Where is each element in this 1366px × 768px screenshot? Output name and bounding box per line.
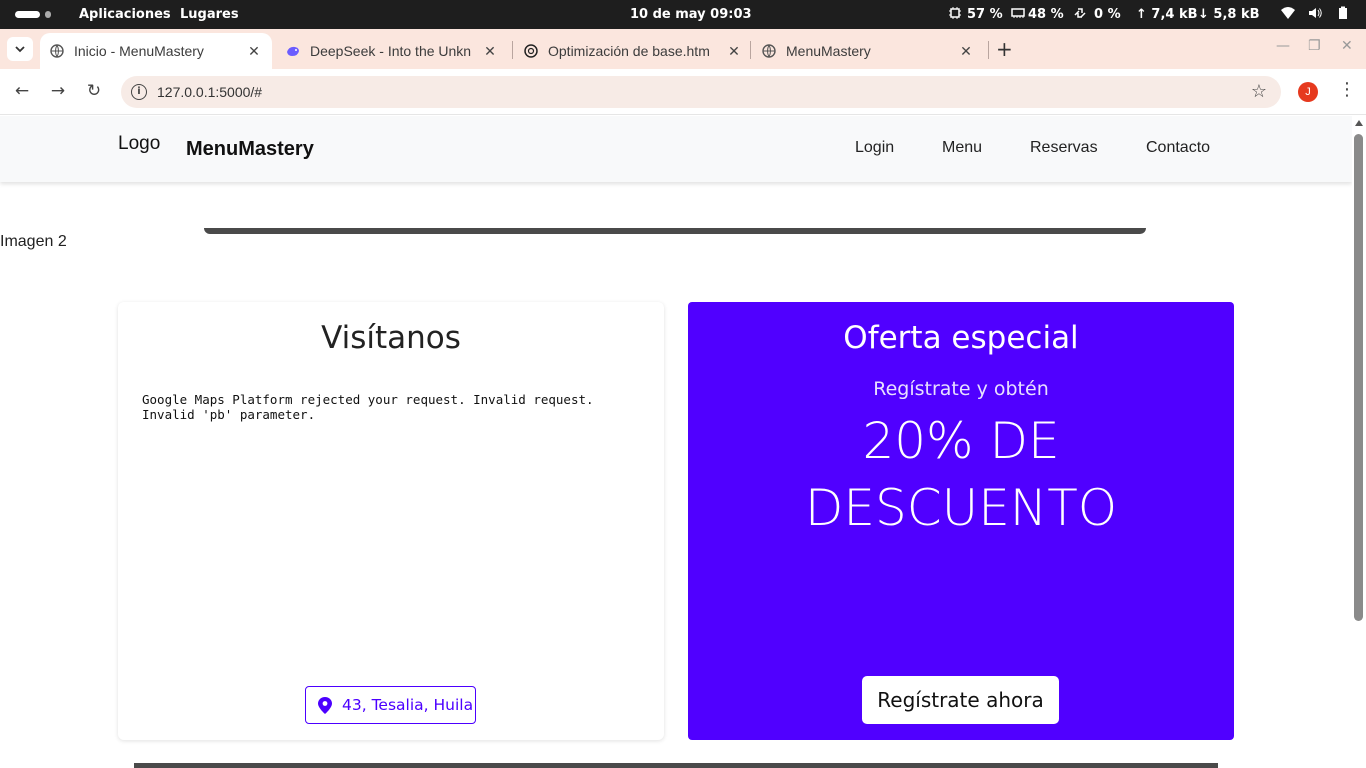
- offer-card-title: Oferta especial: [843, 320, 1079, 356]
- site-navbar: Logo MenuMastery Login Menu Reservas Con…: [0, 116, 1352, 182]
- workspace-dot[interactable]: [45, 11, 51, 18]
- volume-icon[interactable]: [1308, 6, 1322, 20]
- close-tab-icon[interactable]: ✕: [246, 43, 262, 60]
- close-tab-icon[interactable]: ✕: [726, 43, 742, 60]
- register-now-button[interactable]: Regístrate ahora: [862, 676, 1059, 724]
- forward-icon[interactable]: →: [48, 81, 68, 101]
- url-text[interactable]: 127.0.0.1:5000/#: [157, 84, 262, 100]
- tab-optimizacion[interactable]: Optimización de base.htm ✕: [514, 33, 752, 69]
- close-tab-icon[interactable]: ✕: [958, 43, 974, 60]
- chevron-down-icon: [15, 45, 25, 52]
- nav-contacto[interactable]: Contacto: [1146, 139, 1210, 157]
- swap-icon: [1074, 8, 1086, 18]
- memory-icon: [1011, 8, 1025, 18]
- maximize-icon[interactable]: ❐: [1308, 38, 1321, 54]
- offer-subtitle: Regístrate y obtén: [873, 378, 1049, 400]
- battery-icon[interactable]: [1336, 6, 1350, 20]
- visit-card: Visítanos Google Maps Platform rejected …: [118, 302, 664, 740]
- page-viewport: Logo MenuMastery Login Menu Reservas Con…: [0, 116, 1352, 768]
- close-tab-icon[interactable]: ✕: [482, 43, 498, 60]
- carousel-image: Imagen 2: [0, 233, 67, 250]
- scroll-up-arrow-icon[interactable]: [1355, 120, 1363, 126]
- more-menu-icon[interactable]: ⋮: [1338, 79, 1356, 100]
- openai-icon: [524, 44, 538, 58]
- nav-login[interactable]: Login: [855, 139, 894, 157]
- tab-search-button[interactable]: [7, 37, 33, 61]
- wifi-icon[interactable]: [1281, 6, 1295, 20]
- tab-menumastery[interactable]: MenuMastery ✕: [752, 33, 984, 69]
- nav-reservas[interactable]: Reservas: [1030, 139, 1098, 157]
- memory-usage: 48 %: [1028, 7, 1064, 22]
- tab-title: DeepSeek - Into the Unkn: [310, 43, 472, 59]
- site-brand[interactable]: MenuMastery: [186, 138, 314, 161]
- deepseek-whale-icon: [287, 46, 299, 56]
- back-icon[interactable]: ←: [12, 81, 32, 101]
- swap-usage: 0 %: [1094, 7, 1121, 22]
- cpu-icon: [949, 7, 961, 19]
- nav-menu[interactable]: Menu: [942, 139, 982, 157]
- map-error-message: Google Maps Platform rejected your reque…: [142, 392, 594, 422]
- globe-icon: [762, 44, 776, 58]
- tab-inicio[interactable]: Inicio - MenuMastery ✕: [40, 33, 272, 69]
- carousel-indicator-bar: [204, 228, 1146, 234]
- logo-image[interactable]: Logo: [118, 133, 160, 155]
- tab-title: Inicio - MenuMastery: [74, 43, 204, 59]
- page-scrollbar[interactable]: [1352, 116, 1366, 768]
- discount-headline: 20% DE DESCUENTO: [804, 412, 1118, 537]
- cpu-usage: 57 %: [967, 7, 1003, 22]
- tab-title: MenuMastery: [786, 43, 871, 59]
- profile-avatar[interactable]: J: [1298, 82, 1318, 102]
- site-info-icon[interactable]: i: [131, 84, 147, 100]
- visit-card-title: Visítanos: [321, 320, 461, 356]
- tab-title: Optimización de base.htm: [548, 43, 710, 59]
- tab-strip: Inicio - MenuMastery ✕ DeepSeek - Into t…: [0, 29, 1366, 69]
- globe-icon: [50, 44, 64, 58]
- places-menu[interactable]: Lugares: [180, 7, 239, 22]
- minimize-icon[interactable]: —: [1276, 38, 1290, 54]
- tab-deepseek[interactable]: DeepSeek - Into the Unkn ✕: [276, 33, 508, 69]
- download-rate: ↓ 5,8 kB: [1198, 7, 1260, 22]
- browser-toolbar: ← → ↻ i 127.0.0.1:5000/# ☆ J ⋮: [0, 69, 1366, 115]
- section-divider-bar: [134, 763, 1218, 768]
- close-window-icon[interactable]: ✕: [1341, 38, 1353, 54]
- tab-separator: [988, 41, 989, 59]
- address-bar[interactable]: i 127.0.0.1:5000/# ☆: [121, 76, 1281, 108]
- tab-separator: [750, 41, 751, 59]
- upload-rate: ↑ 7,4 kB: [1136, 7, 1198, 22]
- clock[interactable]: 10 de may 09:03: [630, 7, 752, 22]
- address-text: 43, Tesalia, Huila: [342, 696, 474, 714]
- workspace-indicator[interactable]: [15, 11, 40, 18]
- tab-separator: [512, 41, 513, 59]
- bookmark-star-icon[interactable]: ☆: [1251, 81, 1267, 102]
- offer-card: Oferta especial Regístrate y obtén 20% D…: [688, 302, 1234, 740]
- system-top-bar: Aplicaciones Lugares 10 de may 09:03 57 …: [0, 0, 1366, 29]
- new-tab-icon[interactable]: +: [996, 37, 1013, 61]
- reload-icon[interactable]: ↻: [84, 81, 104, 101]
- scrollbar-thumb[interactable]: [1354, 134, 1363, 621]
- applications-menu[interactable]: Aplicaciones: [79, 7, 171, 22]
- address-button[interactable]: 43, Tesalia, Huila: [305, 686, 476, 724]
- map-pin-icon: [318, 696, 332, 714]
